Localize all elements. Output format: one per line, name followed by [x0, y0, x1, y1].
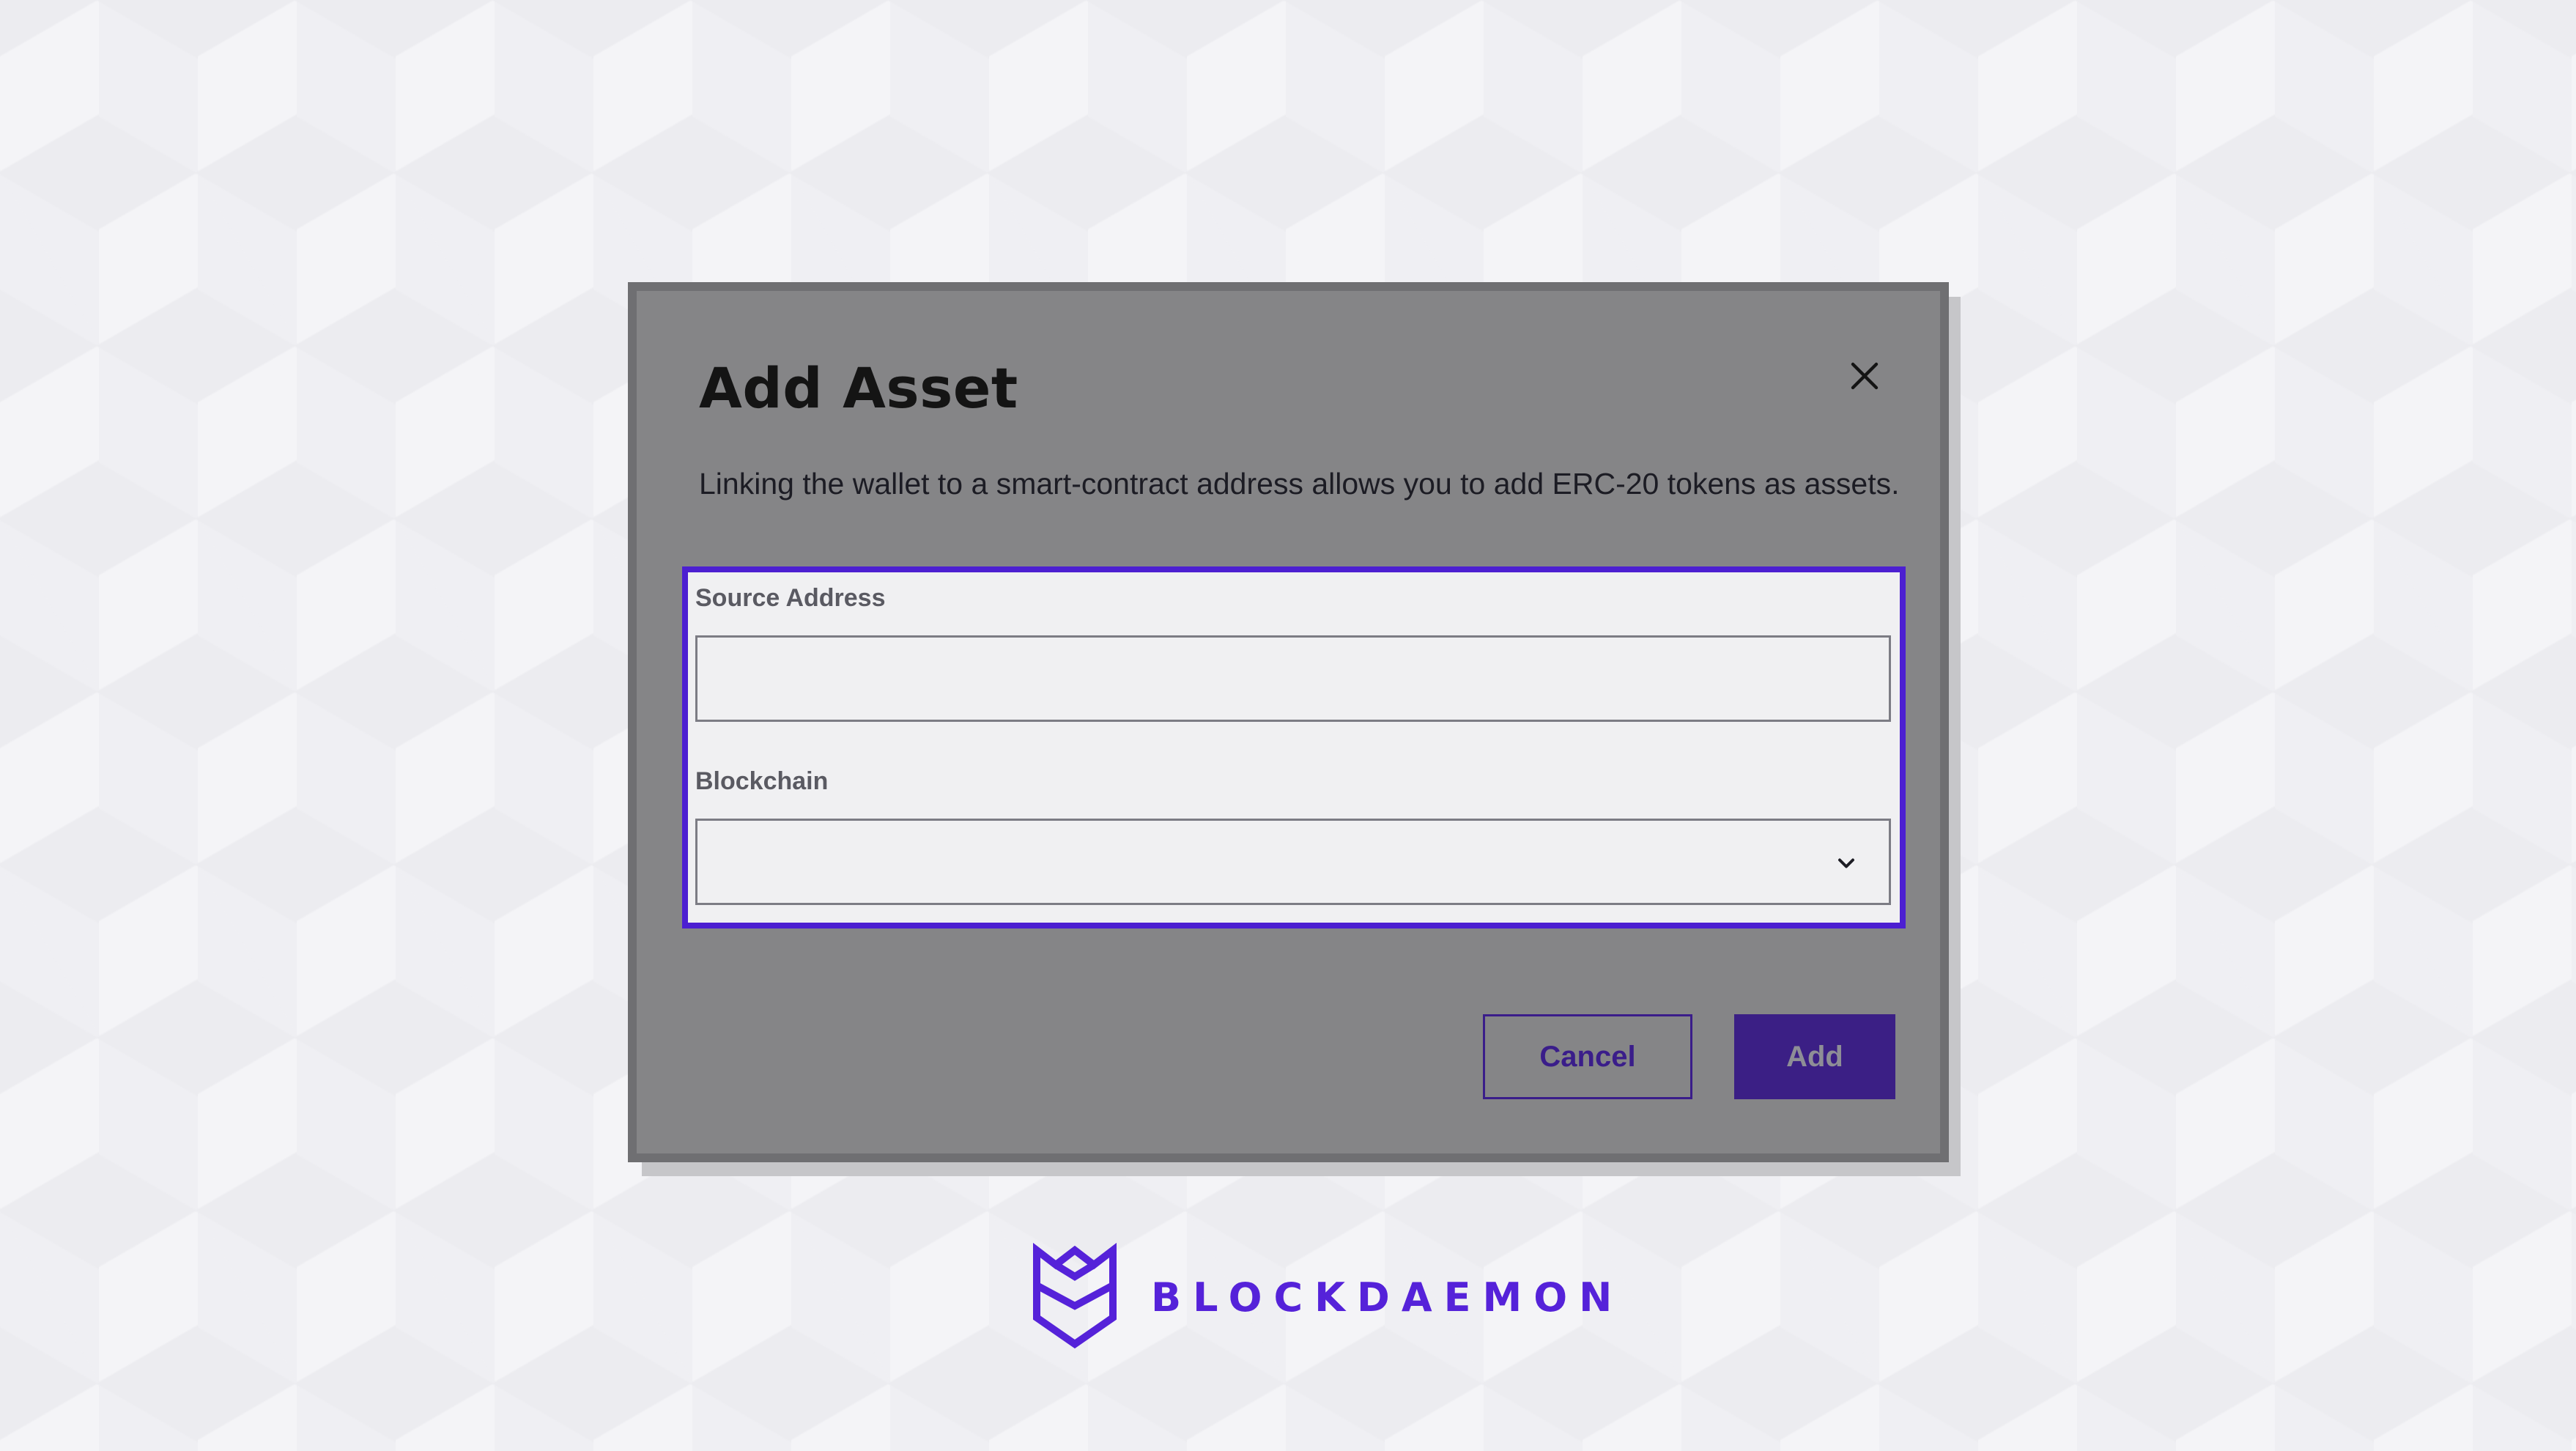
close-icon — [1851, 362, 1879, 390]
brand-name: BLOCKDAEMON — [1151, 1274, 1624, 1321]
blockdaemon-logo — [1033, 1242, 1117, 1349]
cancel-button[interactable]: Cancel — [1483, 1014, 1692, 1099]
blockchain-label: Blockchain — [695, 767, 829, 795]
asset-form: Source Address Blockchain — [682, 566, 1906, 928]
chevron-down-icon — [1838, 858, 1854, 868]
modal-title: Add Asset — [699, 355, 1018, 421]
brand-footer: BLOCKDAEMON — [1029, 1238, 1624, 1356]
source-address-input[interactable] — [695, 635, 1891, 722]
modal-description: Linking the wallet to a smart-contract a… — [699, 467, 1900, 501]
add-button[interactable]: Add — [1734, 1014, 1895, 1099]
add-asset-modal: Add Asset Linking the wallet to a smart-… — [628, 282, 1949, 1162]
close-button[interactable] — [1843, 354, 1887, 398]
blockchain-select[interactable] — [695, 819, 1891, 905]
source-address-label: Source Address — [695, 584, 886, 612]
